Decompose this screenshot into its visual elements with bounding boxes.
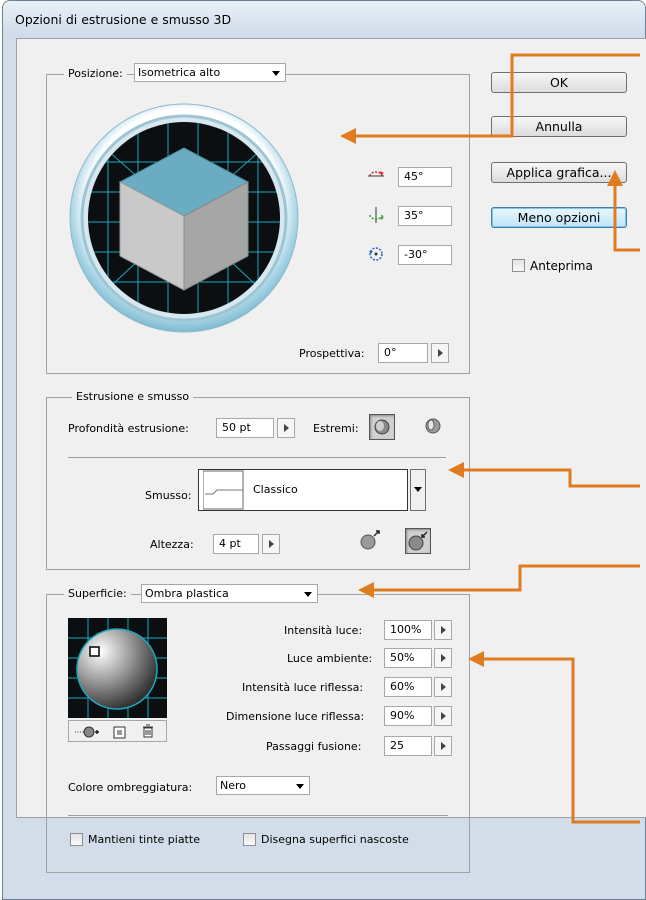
blend-steps-label: Passaggi fusione: <box>266 740 362 753</box>
preserve-spot-checkbox[interactable] <box>70 833 83 846</box>
bevel-dropdown-button[interactable] <box>410 469 426 511</box>
position-label: Posizione: <box>64 67 127 80</box>
bevel-in-icon <box>408 531 428 551</box>
chevron-down-icon <box>272 71 280 76</box>
shading-color-value: Nero <box>220 779 247 792</box>
surface-separator <box>68 815 448 816</box>
draw-hidden-faces-checkbox[interactable] <box>243 833 256 846</box>
surface-label: Superficie: <box>64 587 131 600</box>
rotate-z-icon <box>369 247 383 261</box>
bevel-preview-icon <box>203 470 244 510</box>
cap-on-button[interactable] <box>369 414 395 440</box>
rotate-x-field[interactable]: 45° <box>398 167 452 187</box>
cap-off-button[interactable] <box>421 414 447 440</box>
lighting-sphere-preview[interactable] <box>68 618 167 718</box>
preserve-spot-label: Mantieni tinte piatte <box>88 833 200 846</box>
title-bar: Opzioni di estrusione e smusso 3D <box>3 1 645 37</box>
height-slider-button[interactable] <box>262 534 280 554</box>
perspective-field[interactable]: 0° <box>378 343 428 363</box>
bevel-out-icon <box>360 530 380 550</box>
height-field[interactable]: 4 pt <box>213 534 259 554</box>
light-intensity-value: 100% <box>390 623 422 636</box>
cap-off-icon <box>425 418 441 434</box>
rotate-y-icon <box>369 207 384 223</box>
perspective-label: Prospettiva: <box>299 347 365 360</box>
position-preset-value: Isometrica alto <box>138 66 221 79</box>
light-intensity-slider-button[interactable] <box>434 620 452 640</box>
chevron-down-icon <box>304 592 312 597</box>
trash-icon[interactable] <box>141 724 155 738</box>
highlight-intensity-slider-button[interactable] <box>434 677 452 697</box>
highlight-size-slider-button[interactable] <box>434 706 452 726</box>
highlight-intensity-field[interactable]: 60% <box>384 677 432 697</box>
light-intensity-field[interactable]: 100% <box>384 620 432 640</box>
chevron-down-icon <box>296 784 304 789</box>
move-light-back-icon[interactable] <box>74 723 100 741</box>
highlight-size-field[interactable]: 90% <box>384 706 432 726</box>
rotate-z-field[interactable]: -30° <box>398 245 452 265</box>
cap-on-icon <box>374 419 390 435</box>
highlight-intensity-value: 60% <box>390 680 415 693</box>
position-preset-dropdown[interactable]: Isometrica alto <box>134 63 286 82</box>
preview-checkbox[interactable] <box>512 259 525 272</box>
caps-label: Estremi: <box>313 422 359 435</box>
draw-hidden-faces-label: Disegna superfici nascoste <box>261 833 409 846</box>
light-controls-bar <box>68 720 167 742</box>
new-light-icon[interactable] <box>113 725 127 739</box>
rotate-y-field[interactable]: 35° <box>398 206 452 226</box>
bevel-label: Smusso: <box>145 489 192 502</box>
bevel-in-button[interactable] <box>405 528 431 554</box>
light-intensity-label: Intensità luce: <box>284 624 363 637</box>
fewer-options-button[interactable]: Meno opzioni <box>491 207 627 228</box>
rotate-x-icon <box>368 171 384 177</box>
track-cube-widget[interactable] <box>68 102 300 334</box>
light-source-handle[interactable] <box>89 646 100 657</box>
surface-type-dropdown[interactable]: Ombra plastica <box>141 584 318 603</box>
extrude-depth-field[interactable]: 50 pt <box>216 418 274 438</box>
blend-steps-field[interactable]: 25 <box>384 736 432 756</box>
cancel-button[interactable]: Annulla <box>491 116 627 137</box>
bevel-value: Classico <box>253 483 298 496</box>
height-label: Altezza: <box>150 538 194 551</box>
ambient-light-label: Luce ambiente: <box>287 652 373 665</box>
shading-color-dropdown[interactable]: Nero <box>216 776 310 795</box>
surface-type-value: Ombra plastica <box>145 587 229 600</box>
ambient-light-slider-button[interactable] <box>434 648 452 668</box>
bevel-dropdown[interactable]: Classico <box>198 469 408 511</box>
ok-button[interactable]: OK <box>491 72 627 93</box>
preview-label: Anteprima <box>530 259 593 273</box>
blend-steps-value: 25 <box>390 739 404 752</box>
highlight-size-label: Dimensione luce riflessa: <box>226 710 365 723</box>
extrude-depth-slider-button[interactable] <box>277 418 295 438</box>
rotate-z-value: -30° <box>404 248 428 261</box>
perspective-slider-button[interactable] <box>431 343 449 363</box>
highlight-size-value: 90% <box>390 709 415 722</box>
perspective-value: 0° <box>384 346 397 359</box>
map-art-button[interactable]: Applica grafica... <box>491 162 627 183</box>
extrude-depth-label: Profondità estrusione: <box>68 422 189 435</box>
highlight-intensity-label: Intensità luce riflessa: <box>242 681 364 694</box>
rotate-y-value: 35° <box>404 209 424 222</box>
ambient-light-field[interactable]: 50% <box>384 648 432 668</box>
height-value: 4 pt <box>219 537 241 550</box>
extrude-bevel-label: Estrusione e smusso <box>72 390 194 403</box>
ambient-light-value: 50% <box>390 651 415 664</box>
rotate-x-value: 45° <box>404 170 424 183</box>
extrude-depth-value: 50 pt <box>222 421 251 434</box>
window-title: Opzioni di estrusione e smusso 3D <box>15 12 232 27</box>
bevel-out-button[interactable] <box>358 528 384 554</box>
blend-steps-slider-button[interactable] <box>434 736 452 756</box>
extrude-separator <box>68 457 446 458</box>
shading-color-label: Colore ombreggiatura: <box>68 781 193 794</box>
